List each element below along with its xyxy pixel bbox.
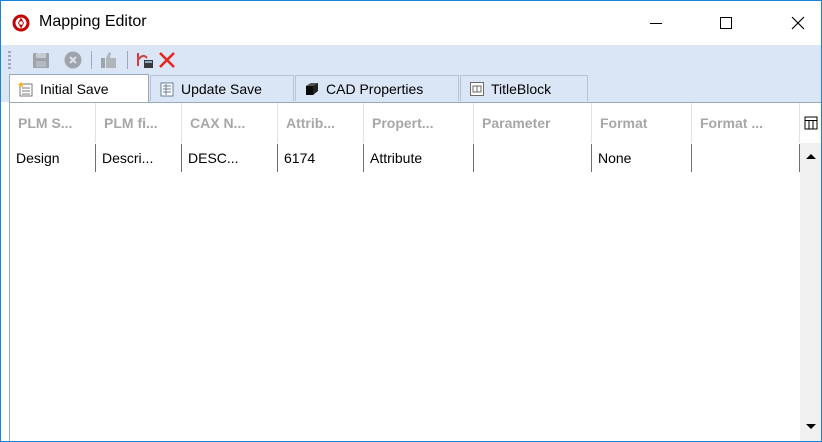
close-icon [791, 16, 805, 30]
tab-label: CAD Properties [326, 80, 424, 97]
mapping-grid: PLM S... PLM fi... CAX N... Attrib... Pr… [9, 102, 821, 441]
toolbar-grip[interactable] [8, 51, 11, 69]
minimize-button[interactable] [633, 1, 679, 45]
tab-cad-properties[interactable]: CAD Properties [295, 75, 459, 101]
sheet-icon [160, 82, 174, 96]
app-logo-icon [12, 14, 30, 32]
title-bar[interactable]: Mapping Editor [1, 1, 821, 45]
table-cell[interactable]: 6174 [278, 144, 364, 172]
maximize-icon [720, 17, 732, 29]
column-chooser-icon [804, 116, 818, 130]
toolbar-row [1, 45, 821, 75]
table-cell[interactable]: Attribute [364, 144, 474, 172]
table-cell[interactable] [474, 144, 592, 172]
thumbs-up-icon[interactable] [99, 50, 119, 70]
save-icon[interactable] [31, 50, 51, 70]
table-row[interactable]: Design Descri... DESC... 6174 Attribute … [10, 144, 800, 172]
vertical-scrollbar[interactable] [800, 143, 821, 441]
column-header[interactable]: PLM S... [10, 103, 96, 143]
column-header[interactable]: Propert... [364, 103, 474, 143]
toolbar: Initial Save Update Save CAD Properties … [1, 45, 821, 102]
scroll-down-arrow-icon[interactable] [805, 423, 817, 431]
mapping-editor-window: Mapping Editor Initial Save Update Save … [0, 0, 822, 442]
tab-update-save[interactable]: Update Save [150, 75, 294, 101]
table-cell[interactable]: DESC... [182, 144, 278, 172]
titleblock-icon [470, 81, 484, 96]
table-cell[interactable]: Descri... [96, 144, 182, 172]
maximize-button[interactable] [703, 1, 749, 45]
sheet-star-icon [18, 81, 33, 96]
column-header[interactable]: Attrib... [278, 103, 364, 143]
table-cell[interactable]: Design [10, 144, 96, 172]
cancel-icon[interactable] [63, 50, 83, 70]
column-header[interactable]: Parameter [474, 103, 592, 143]
minimize-icon [650, 23, 662, 24]
toolbar-separator [127, 51, 128, 69]
cube-icon [306, 82, 318, 95]
close-button[interactable] [775, 1, 821, 45]
table-cell[interactable]: None [592, 144, 692, 172]
column-header[interactable]: Format [592, 103, 692, 143]
column-header[interactable]: Format ... [692, 103, 800, 143]
tab-titleblock[interactable]: TitleBlock [460, 75, 588, 101]
delete-icon[interactable] [157, 50, 177, 70]
tab-strip: Initial Save Update Save CAD Properties … [1, 74, 821, 102]
tab-label: TitleBlock [491, 80, 552, 97]
table-cell[interactable] [692, 144, 800, 172]
tab-initial-save[interactable]: Initial Save [9, 74, 149, 102]
toolbar-separator [91, 51, 92, 69]
mapping-edit-icon[interactable] [135, 50, 155, 70]
column-header[interactable]: CAX N... [182, 103, 278, 143]
window-title: Mapping Editor [39, 13, 147, 30]
tab-label: Update Save [181, 80, 262, 97]
column-chooser-button[interactable] [800, 103, 821, 143]
scroll-up-arrow-icon[interactable] [805, 152, 817, 160]
grid-header: PLM S... PLM fi... CAX N... Attrib... Pr… [10, 103, 800, 143]
column-header[interactable]: PLM fi... [96, 103, 182, 143]
tab-label: Initial Save [40, 80, 109, 97]
